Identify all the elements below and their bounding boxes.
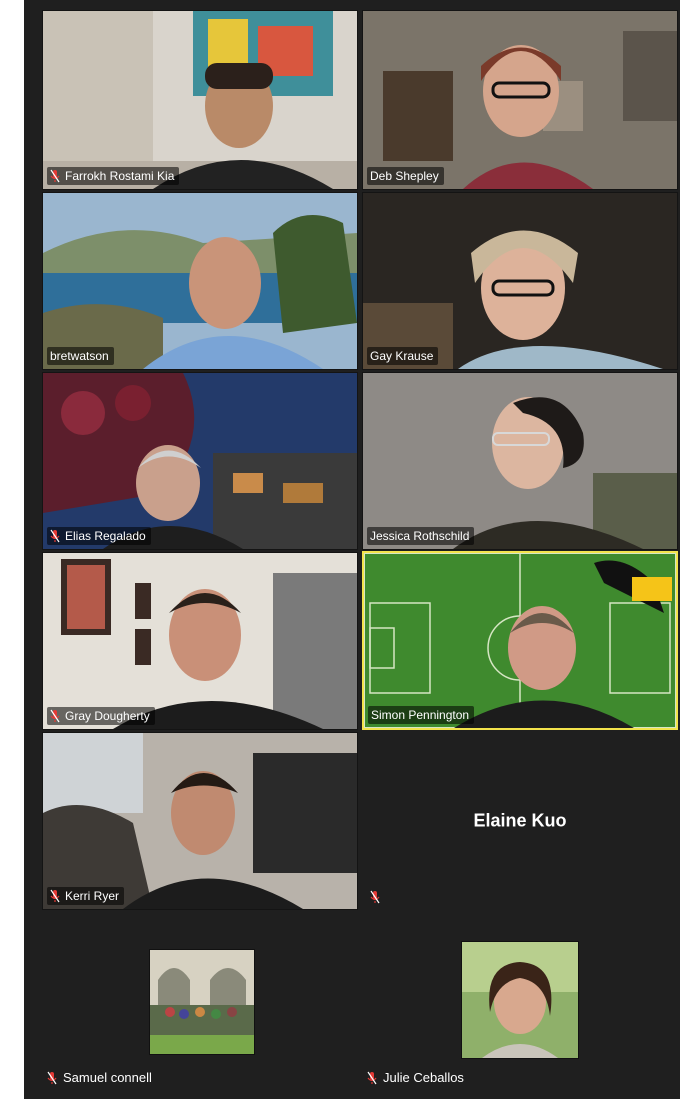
- participant-name-bar: [367, 889, 385, 905]
- mic-muted-icon: [370, 890, 380, 904]
- mic-muted-icon: [367, 1071, 377, 1084]
- video-feed: [363, 193, 677, 369]
- mic-muted-icon: [50, 709, 60, 723]
- video-feed: [43, 193, 357, 369]
- participant-tile[interactable]: Farrokh Rostami Kia: [42, 10, 358, 190]
- participant-name-bar: Elias Regalado: [47, 527, 151, 545]
- participant-tile[interactable]: Gay Krause: [362, 192, 678, 370]
- participant-name-bar: Gray Dougherty: [47, 707, 155, 725]
- participant-tile[interactable]: Jessica Rothschild: [362, 372, 678, 550]
- participant-tile[interactable]: Gray Dougherty: [42, 552, 358, 730]
- participant-name-bar: Gay Krause: [367, 347, 439, 365]
- participant-name-bar: Simon Pennington: [368, 706, 475, 724]
- participant-name-bar: Deb Shepley: [367, 167, 444, 185]
- participant-tile-video-off[interactable]: Julie Ceballos: [362, 912, 678, 1094]
- participant-name-bar: Julie Ceballos: [367, 1070, 464, 1085]
- mic-muted-icon: [47, 1071, 57, 1084]
- video-feed: [43, 373, 357, 549]
- participant-name: Samuel connell: [63, 1070, 152, 1085]
- participant-tile[interactable]: bretwatson: [42, 192, 358, 370]
- participant-name: Jessica Rothschild: [370, 529, 470, 543]
- mic-muted-icon: [50, 889, 60, 903]
- mic-muted-icon: [50, 169, 60, 183]
- participant-name-bar: Samuel connell: [47, 1070, 152, 1085]
- profile-picture: [149, 949, 255, 1055]
- participant-name: Farrokh Rostami Kia: [65, 169, 175, 183]
- participant-name: Kerri Ryer: [65, 889, 120, 903]
- participant-name-bar: Jessica Rothschild: [367, 527, 475, 545]
- video-feed: [363, 373, 677, 549]
- participant-name: Elaine Kuo: [473, 810, 567, 831]
- video-gallery: Farrokh Rostami Kia Deb Shepley bretwats…: [24, 0, 680, 1099]
- video-feed: [363, 11, 677, 189]
- video-feed: [43, 11, 357, 189]
- video-feed: [43, 553, 357, 729]
- participant-name: Julie Ceballos: [383, 1070, 464, 1085]
- mic-muted-icon: [50, 529, 60, 543]
- participant-name-bar: Kerri Ryer: [47, 887, 125, 905]
- participant-name-bar: bretwatson: [47, 347, 114, 365]
- participant-name: Simon Pennington: [371, 708, 470, 722]
- participant-tile[interactable]: Deb Shepley: [362, 10, 678, 190]
- profile-picture: [461, 941, 579, 1059]
- participant-name-bar: Farrokh Rostami Kia: [47, 167, 180, 185]
- participant-name: bretwatson: [50, 349, 109, 363]
- participant-name: Gay Krause: [370, 349, 434, 363]
- participant-tile-video-off[interactable]: Samuel connell: [42, 912, 358, 1094]
- participant-name: Elias Regalado: [65, 529, 146, 543]
- participant-tile-active-speaker[interactable]: Simon Pennington: [362, 551, 678, 730]
- video-feed: [364, 553, 676, 728]
- participant-name: Deb Shepley: [370, 169, 439, 183]
- video-feed: [43, 733, 357, 909]
- participant-tile-video-off[interactable]: Elaine Kuo: [362, 732, 678, 910]
- participant-tile[interactable]: Elias Regalado: [42, 372, 358, 550]
- participant-tile[interactable]: Kerri Ryer: [42, 732, 358, 910]
- participant-name: Gray Dougherty: [65, 709, 150, 723]
